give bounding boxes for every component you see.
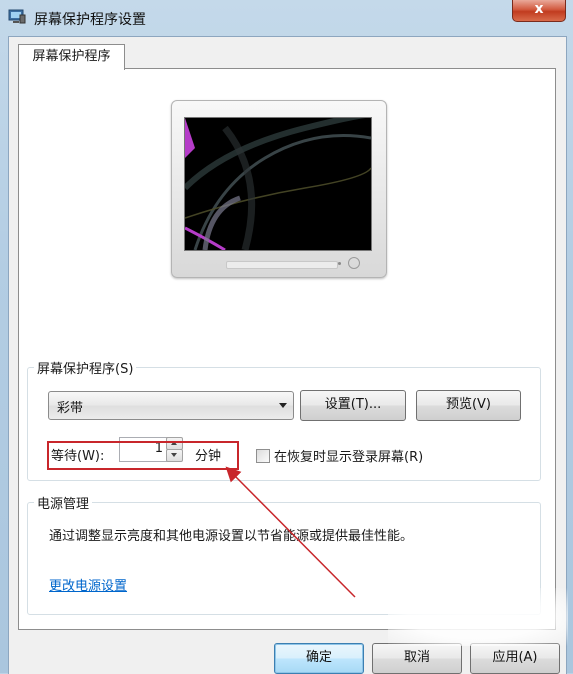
power-management-group: 电源管理 [27, 493, 541, 615]
spin-down-button[interactable] [166, 449, 183, 462]
close-icon: x [534, 1, 544, 17]
change-power-settings-link[interactable]: 更改电源设置 [49, 575, 127, 594]
wait-minutes-value: 1 [154, 441, 163, 456]
wait-minutes-input[interactable]: 1 [119, 437, 169, 462]
wait-label: 等待(W): [51, 449, 105, 464]
resume-login-label[interactable]: 在恢复时显示登录屏幕(R) [274, 446, 423, 465]
screensaver-selected-value: 彩带 [57, 401, 84, 416]
dialog-client-area: 屏幕保护程序 屏幕保护程序(S) 彩带 设置(T)... 预览(V) 等待(W)… [8, 36, 567, 674]
power-description: 通过调整显示亮度和其他电源设置以节省能源或提供最佳性能。 [49, 529, 414, 544]
preview-button[interactable]: 预览(V) [416, 390, 521, 421]
close-button[interactable]: x [512, 0, 566, 22]
title-bar[interactable]: 屏幕保护程序设置 x [0, 0, 573, 34]
cancel-button[interactable]: 取消 [372, 643, 462, 674]
preview-screen [184, 117, 372, 251]
monitor-bezel-slot [226, 261, 338, 269]
power-management-label: 电源管理 [37, 497, 90, 512]
wait-minutes-spinner[interactable] [166, 437, 183, 462]
screensaver-group-label: 屏幕保护程序(S) [37, 362, 134, 377]
chevron-down-icon [279, 403, 287, 408]
ribbons-preview-image [185, 118, 371, 250]
display-properties-icon [8, 9, 26, 25]
monitor-led-icon [338, 262, 341, 265]
ok-button[interactable]: 确定 [274, 643, 364, 674]
dialog-window: 屏幕保护程序设置 x 屏幕保护程序 屏幕保护程序(S) 彩带 设置(T)... … [0, 0, 573, 674]
apply-button[interactable]: 应用(A) [470, 643, 560, 674]
window-title: 屏幕保护程序设置 [34, 12, 146, 28]
monitor-preview [171, 100, 387, 278]
minutes-label: 分钟 [195, 449, 222, 464]
power-button-icon [348, 257, 360, 269]
settings-button[interactable]: 设置(T)... [300, 390, 406, 421]
screensaver-select[interactable]: 彩带 [48, 391, 294, 420]
resume-login-checkbox[interactable] [256, 449, 270, 463]
tab-screensaver[interactable]: 屏幕保护程序 [18, 44, 125, 70]
